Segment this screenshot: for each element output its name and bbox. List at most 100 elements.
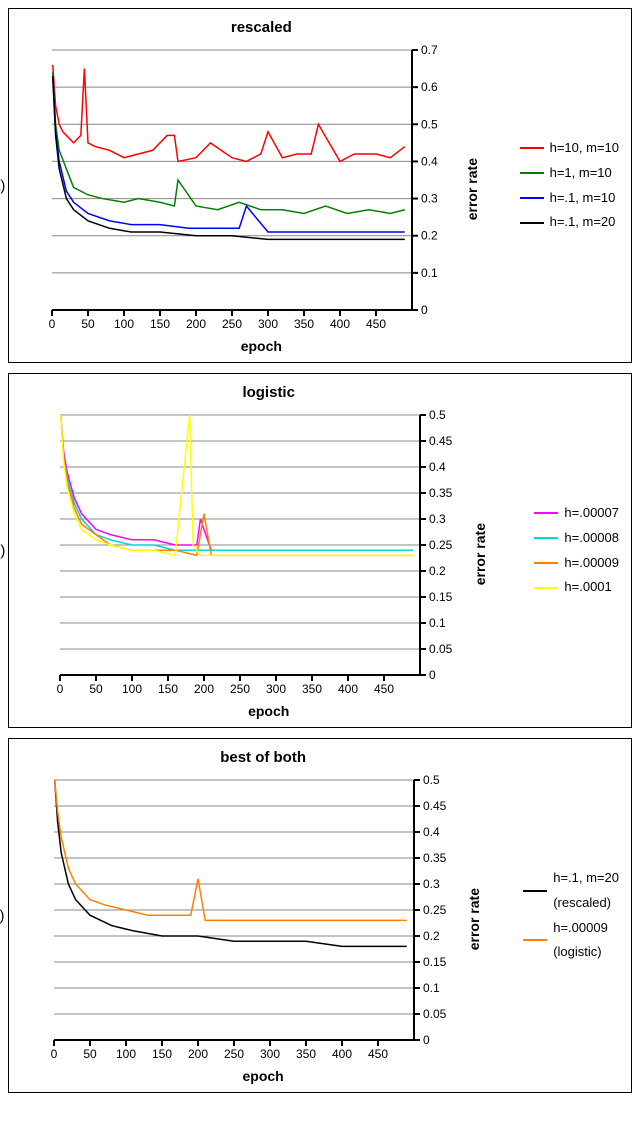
svg-text:450: 450: [366, 317, 386, 331]
svg-text:0: 0: [429, 668, 436, 682]
svg-text:250: 250: [224, 1047, 244, 1061]
svg-text:0.15: 0.15: [423, 955, 447, 969]
legend-label: h=.00009: [564, 551, 619, 576]
series-line: [60, 415, 412, 555]
svg-text:0.1: 0.1: [421, 266, 438, 280]
svg-text:0: 0: [421, 303, 428, 317]
chart-plot: 00.10.20.30.40.50.60.7050100150200250300…: [42, 42, 458, 336]
svg-text:0.2: 0.2: [423, 929, 440, 943]
svg-text:0.5: 0.5: [421, 117, 438, 131]
svg-text:350: 350: [294, 317, 314, 331]
chart-title: logistic: [242, 384, 295, 401]
svg-text:0.3: 0.3: [423, 877, 440, 891]
legend-label: h=.00009(logistic): [553, 916, 608, 965]
svg-text:0.3: 0.3: [429, 512, 446, 526]
legend-swatch: [520, 172, 544, 174]
svg-text:0.3: 0.3: [421, 192, 438, 206]
y-axis-label: error rate: [466, 888, 482, 950]
svg-text:0.4: 0.4: [429, 460, 446, 474]
svg-text:0: 0: [51, 1047, 58, 1061]
svg-text:350: 350: [296, 1047, 316, 1061]
svg-text:50: 50: [89, 682, 103, 696]
svg-text:0.6: 0.6: [421, 80, 438, 94]
svg-text:300: 300: [260, 1047, 280, 1061]
series-line: [53, 72, 405, 213]
svg-text:200: 200: [188, 1047, 208, 1061]
svg-text:150: 150: [158, 682, 178, 696]
svg-text:300: 300: [266, 682, 286, 696]
legend-item: h=.0001: [534, 575, 619, 600]
legend-item: h=.00009(logistic): [523, 916, 619, 965]
legend-label: h=.1, m=20(rescaled): [553, 866, 619, 915]
legend: h=.1, m=20(rescaled)h=.00009(logistic): [523, 866, 619, 965]
legend-swatch: [534, 562, 558, 564]
svg-text:0.4: 0.4: [423, 825, 440, 839]
legend-item: h=.00008: [534, 526, 619, 551]
svg-text:0.15: 0.15: [429, 590, 453, 604]
svg-text:0.45: 0.45: [429, 434, 453, 448]
legend-label: h=.00008: [564, 526, 619, 551]
chart-panel-a: rescaled00.10.20.30.40.50.60.70501001502…: [8, 8, 632, 363]
legend-item: h=10, m=10: [520, 136, 619, 161]
legend-swatch: [520, 222, 544, 224]
series-line: [55, 780, 407, 920]
svg-text:300: 300: [258, 317, 278, 331]
svg-text:200: 200: [194, 682, 214, 696]
svg-text:0.1: 0.1: [429, 616, 446, 630]
svg-text:150: 150: [152, 1047, 172, 1061]
legend-item: h=.1, m=20(rescaled): [523, 866, 619, 915]
series-line: [60, 415, 412, 555]
svg-text:350: 350: [302, 682, 322, 696]
svg-text:100: 100: [114, 317, 134, 331]
chart-panel-b: logistic 0 0.05 0.1 0.15 0.2 0.25 0.3 0.35 0.4 0.4…: [8, 373, 632, 728]
y-axis-label: error rate: [464, 158, 480, 220]
legend-item: h=1, m=10: [520, 161, 619, 186]
chart-title: best of both: [220, 749, 306, 766]
legend-swatch: [534, 587, 558, 589]
y-axis-label: error rate: [472, 523, 488, 585]
legend: h=.00007h=.00008h=.00009h=.0001: [534, 501, 619, 600]
series-line: [55, 780, 407, 946]
legend-label: h=.00007: [564, 501, 619, 526]
svg-text:0.2: 0.2: [429, 564, 446, 578]
svg-text:50: 50: [83, 1047, 97, 1061]
svg-text:0.35: 0.35: [429, 486, 453, 500]
series-line: [60, 415, 412, 550]
x-axis-label: epoch: [242, 1068, 283, 1084]
svg-text:0.5: 0.5: [429, 408, 446, 422]
svg-text:100: 100: [122, 682, 142, 696]
svg-text:50: 50: [82, 317, 96, 331]
svg-text:0.7: 0.7: [421, 43, 438, 57]
legend-item: h=.1, m=10: [520, 186, 619, 211]
x-axis-label: epoch: [241, 338, 282, 354]
legend-swatch: [534, 512, 558, 514]
chart-title: rescaled: [231, 19, 292, 36]
svg-text:400: 400: [330, 317, 350, 331]
svg-text:250: 250: [222, 317, 242, 331]
legend-swatch: [523, 939, 547, 941]
legend: h=10, m=10h=1, m=10h=.1, m=10h=.1, m=20: [520, 136, 619, 235]
legend-label: h=.0001: [564, 575, 611, 600]
legend-label: h=.1, m=10: [550, 186, 616, 211]
svg-text:0.1: 0.1: [423, 981, 440, 995]
svg-text:400: 400: [338, 682, 358, 696]
legend-item: h=.1, m=20: [520, 210, 619, 235]
svg-text:0.05: 0.05: [423, 1007, 447, 1021]
svg-text:250: 250: [230, 682, 250, 696]
panel-label: (b): [0, 542, 5, 559]
svg-text:0.2: 0.2: [421, 229, 438, 243]
legend-swatch: [534, 537, 558, 539]
legend-swatch: [520, 197, 544, 199]
series-line: [53, 76, 405, 232]
svg-text:0.05: 0.05: [429, 642, 453, 656]
svg-text:0.25: 0.25: [429, 538, 453, 552]
legend-swatch: [523, 890, 547, 892]
svg-text:0.5: 0.5: [423, 773, 440, 787]
legend-item: h=.00009: [534, 551, 619, 576]
legend-label: h=.1, m=20: [550, 210, 616, 235]
svg-text:0.35: 0.35: [423, 851, 447, 865]
chart-panel-c: best of both00.050.10.150.20.250.30.350.…: [8, 738, 632, 1093]
series-line: [53, 65, 405, 162]
chart-plot: 00.050.10.150.20.250.30.350.40.450.50501…: [50, 407, 466, 701]
legend-label: h=1, m=10: [550, 161, 612, 186]
